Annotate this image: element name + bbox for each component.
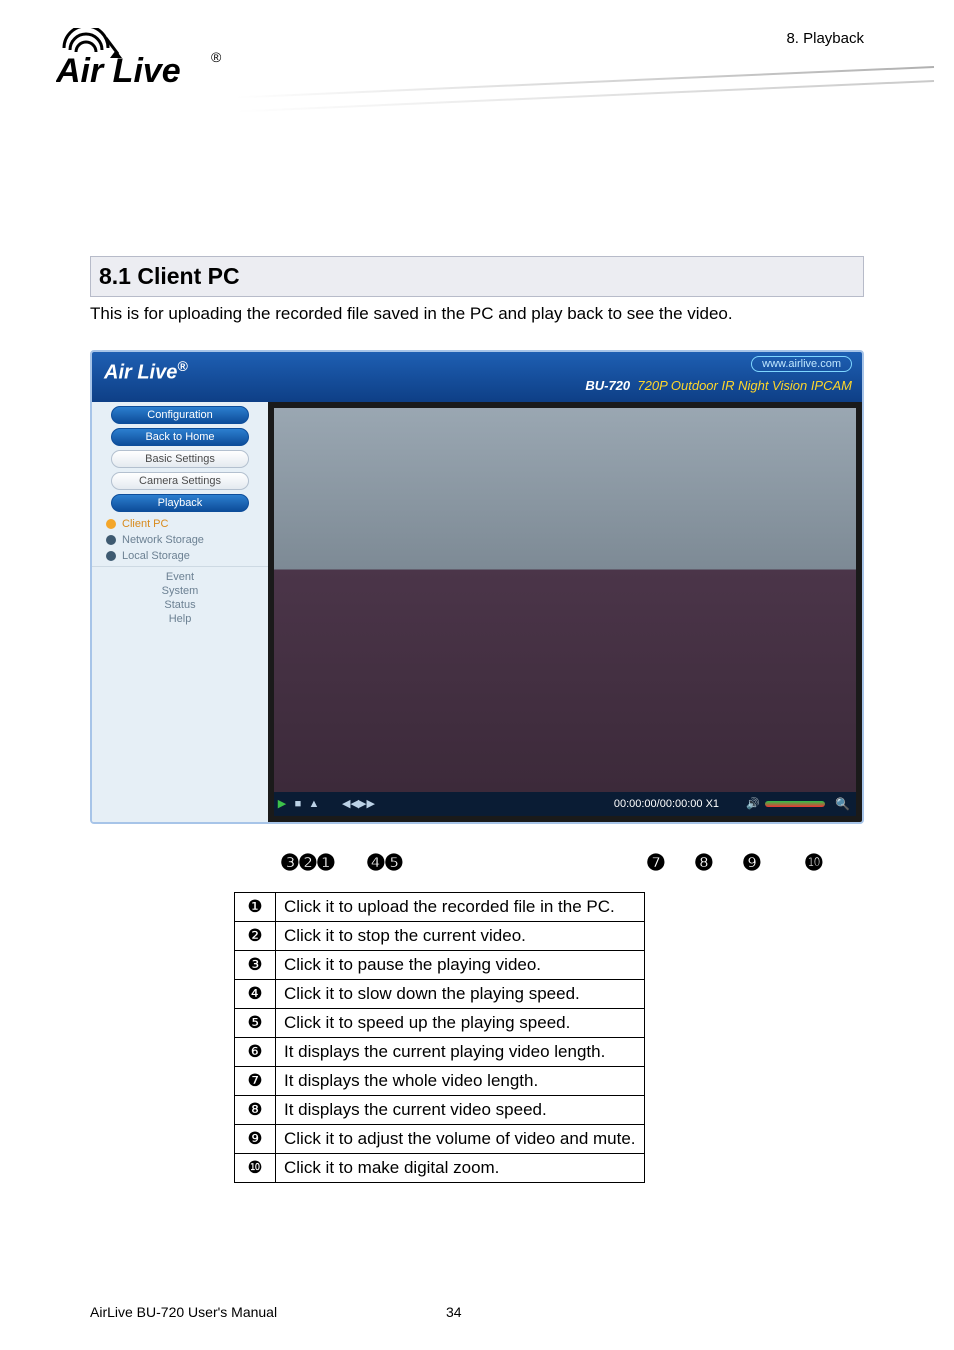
legend-text: Click it to slow down the playing speed.	[276, 979, 645, 1008]
sidebar: Configuration Back to Home Basic Setting…	[92, 402, 268, 822]
sidebar-item-playback[interactable]: Playback	[111, 494, 249, 512]
legend-num: ❼	[235, 1066, 276, 1095]
table-row: ❺Click it to speed up the playing speed.	[235, 1008, 645, 1037]
app-brand-label: Air Live	[104, 362, 177, 384]
sidebar-item-status[interactable]: Status	[92, 597, 268, 611]
app-screenshot: Air Live® www.airlive.com BU-720 720P Ou…	[90, 350, 864, 824]
bullet-icon	[106, 535, 116, 545]
legend-text: Click it to stop the current video.	[276, 921, 645, 950]
marker-3: ❸	[280, 850, 300, 876]
sidebar-item-network-storage[interactable]: Network Storage	[92, 532, 268, 548]
marker-4: ❹	[366, 850, 386, 876]
sidebar-item-back-home[interactable]: Back to Home	[111, 428, 249, 446]
legend-num: ❸	[235, 950, 276, 979]
fast-forward-button[interactable]: ▶▶	[358, 792, 374, 816]
speaker-icon[interactable]: 🔊	[745, 792, 761, 816]
legend-text: It displays the current video speed.	[276, 1095, 645, 1124]
table-row: ❾Click it to adjust the volume of video …	[235, 1124, 645, 1153]
legend-text: Click it to pause the playing video.	[276, 950, 645, 979]
marker-2: ❷	[298, 850, 318, 876]
rewind-button[interactable]: ◀◀	[342, 792, 358, 816]
marker-1: ❶	[316, 850, 336, 876]
model-desc-text: 720P Outdoor IR Night Vision IPCAM	[637, 378, 852, 393]
sidebar-item-label: Local Storage	[122, 550, 190, 562]
bullet-icon	[106, 551, 116, 561]
legend-num: ❺	[235, 1008, 276, 1037]
video-frame	[274, 408, 856, 792]
legend-text: It displays the current playing video le…	[276, 1037, 645, 1066]
legend-text: Click it to upload the recorded file in …	[276, 892, 645, 921]
table-row: ❽It displays the current video speed.	[235, 1095, 645, 1124]
legend-text: It displays the whole video length.	[276, 1066, 645, 1095]
svg-text:®: ®	[211, 49, 222, 65]
table-row: ❷Click it to stop the current video.	[235, 921, 645, 950]
marker-7: ❼	[646, 850, 666, 876]
video-area: ▶ ■ ▲ ◀◀ ▶▶ 00:00:00/00:00:00 X1 🔊 🔍	[268, 402, 862, 822]
page-footer: AirLive BU-720 User's Manual 34	[90, 1304, 277, 1320]
app-topbar: Air Live® www.airlive.com BU-720 720P Ou…	[92, 352, 862, 402]
legend-text: Click it to adjust the volume of video a…	[276, 1124, 645, 1153]
volume-slider[interactable]	[765, 801, 825, 807]
play-button[interactable]: ▶	[274, 792, 290, 816]
marker-10: ❿	[804, 850, 824, 876]
chapter-reference: 8. Playback	[786, 30, 864, 47]
legend-num: ❻	[235, 1037, 276, 1066]
manual-title: AirLive BU-720 User's Manual	[90, 1304, 277, 1320]
sidebar-item-system[interactable]: System	[92, 583, 268, 597]
model-label: BU-720	[585, 378, 630, 393]
airlive-logo-svg: Air Live ®	[56, 28, 226, 90]
page-header: Air Live ® 8. Playback	[0, 0, 954, 106]
legend-num: ❿	[235, 1153, 276, 1182]
legend-table: ❶Click it to upload the recorded file in…	[234, 892, 645, 1183]
table-row: ❸Click it to pause the playing video.	[235, 950, 645, 979]
legend-num: ❷	[235, 921, 276, 950]
sidebar-item-event[interactable]: Event	[92, 569, 268, 583]
stop-button[interactable]: ■	[290, 792, 306, 816]
table-row: ❼It displays the whole video length.	[235, 1066, 645, 1095]
legend-text: Click it to speed up the playing speed.	[276, 1008, 645, 1037]
table-row: ❶Click it to upload the recorded file in…	[235, 892, 645, 921]
brand-logo: Air Live ®	[56, 28, 226, 95]
sidebar-item-basic-settings[interactable]: Basic Settings	[111, 450, 249, 468]
table-row: ❻It displays the current playing video l…	[235, 1037, 645, 1066]
section-title: 8.1 Client PC	[90, 256, 864, 297]
legend-num: ❹	[235, 979, 276, 1008]
section-intro: This is for uploading the recorded file …	[90, 303, 864, 326]
website-link[interactable]: www.airlive.com	[751, 356, 852, 372]
sidebar-item-label: Client PC	[122, 518, 168, 530]
table-row: ❹Click it to slow down the playing speed…	[235, 979, 645, 1008]
sidebar-item-label: Network Storage	[122, 534, 204, 546]
annotation-markers: ❸ ❷ ❶ ❹ ❺ ❼ ❽ ❾ ❿	[90, 850, 860, 888]
header-divider	[235, 66, 934, 99]
legend-body: ❶Click it to upload the recorded file in…	[235, 892, 645, 1182]
legend-text: Click it to make digital zoom.	[276, 1153, 645, 1182]
sidebar-item-help[interactable]: Help	[92, 611, 268, 625]
sidebar-item-configuration[interactable]: Configuration	[111, 406, 249, 424]
legend-num: ❽	[235, 1095, 276, 1124]
time-display: 00:00:00/00:00:00 X1	[608, 798, 725, 810]
marker-5: ❺	[384, 850, 404, 876]
model-desc: 720P Outdoor IR Night Vision IPCAM	[634, 378, 852, 393]
svg-text:Air Live: Air Live	[56, 52, 181, 90]
playback-control-bar: ▶ ■ ▲ ◀◀ ▶▶ 00:00:00/00:00:00 X1 🔊 🔍	[274, 792, 856, 816]
legend-num: ❾	[235, 1124, 276, 1153]
upload-button[interactable]: ▲	[306, 792, 322, 816]
marker-8: ❽	[694, 850, 714, 876]
sidebar-item-local-storage[interactable]: Local Storage	[92, 548, 268, 564]
marker-9: ❾	[742, 850, 762, 876]
sidebar-item-client-pc[interactable]: Client PC	[92, 516, 268, 532]
app-brand: Air Live®	[104, 358, 188, 385]
model-line: BU-720 720P Outdoor IR Night Vision IPCA…	[585, 378, 852, 393]
table-row: ❿Click it to make digital zoom.	[235, 1153, 645, 1182]
page-number: 34	[446, 1304, 462, 1320]
bullet-icon	[106, 519, 116, 529]
legend-num: ❶	[235, 892, 276, 921]
sidebar-item-camera-settings[interactable]: Camera Settings	[111, 472, 249, 490]
zoom-button[interactable]: 🔍	[829, 797, 856, 811]
